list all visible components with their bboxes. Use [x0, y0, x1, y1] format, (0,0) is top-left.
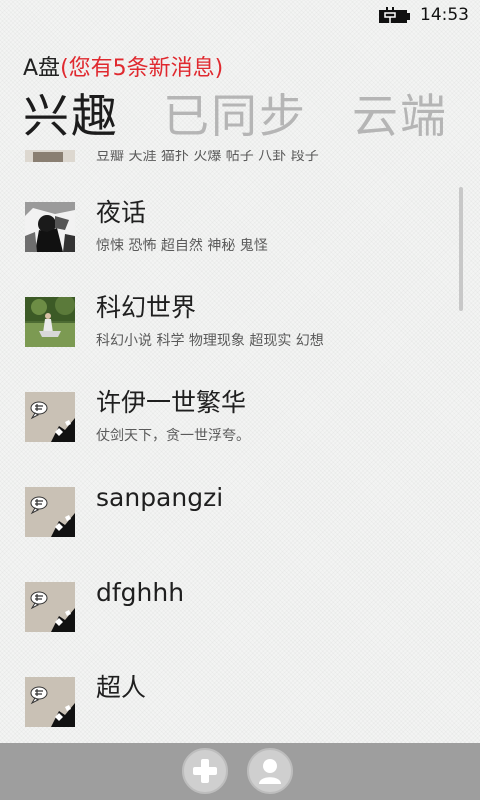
clock: 14:53 [420, 5, 469, 25]
tab-interest[interactable]: 兴趣 [23, 88, 119, 144]
person-icon [259, 759, 281, 784]
default-avatar-thumbnail [25, 677, 75, 727]
app-name: A盘 [23, 56, 61, 81]
list-item[interactable]: 超人 [0, 673, 470, 743]
battery-charging-icon [379, 7, 410, 23]
partial-thumbnail [25, 150, 75, 162]
list-item[interactable]: sanpangzi [0, 483, 470, 581]
list-item-desc: 豆瓣 天涯 猫扑 火爆 帖子 八卦 段子 [96, 150, 319, 164]
scrollbar[interactable] [459, 187, 463, 311]
list-item-title: 超人 [96, 673, 147, 702]
list-item-title: 许伊一世繁华 [96, 388, 247, 417]
add-button[interactable] [182, 748, 228, 794]
list-item[interactable]: 科幻世界 科幻小说 科学 物理现象 超现实 幻想 [0, 293, 470, 391]
list-item-title: sanpangzi [96, 483, 224, 512]
default-avatar-thumbnail [25, 582, 75, 632]
list-item-desc: 仗剑天下，贪一世浮夸。 [96, 428, 250, 444]
list-item[interactable]: 夜话 惊悚 恐怖 超自然 神秘 鬼怪 [0, 198, 470, 296]
list-item-desc: 惊悚 恐怖 超自然 神秘 鬼怪 [96, 238, 268, 254]
default-avatar-thumbnail [25, 487, 75, 537]
status-bar: 14:53 [0, 0, 480, 32]
new-message-notice[interactable]: (您有5条新消息) [60, 56, 223, 81]
default-avatar-thumbnail [25, 392, 75, 442]
photo-thumbnail [25, 297, 75, 347]
profile-button[interactable] [247, 748, 293, 794]
list-item-title: 夜话 [96, 198, 147, 227]
interest-list[interactable]: 豆瓣 天涯 猫扑 火爆 帖子 八卦 段子 夜话 惊悚 恐怖 超自然 神秘 鬼怪 [0, 150, 480, 743]
dark-manga-thumbnail [25, 202, 75, 252]
list-item-title: 科幻世界 [96, 293, 197, 322]
list-item-title: dfghhh [96, 578, 185, 607]
list-item[interactable]: 豆瓣 天涯 猫扑 火爆 帖子 八卦 段子 [0, 150, 470, 206]
tab-cloud[interactable]: 云端 [352, 88, 448, 144]
list-item-desc: 科幻小说 科学 物理现象 超现实 幻想 [96, 333, 324, 349]
tab-synced[interactable]: 已同步 [163, 88, 307, 144]
add-icon [193, 759, 217, 783]
list-item[interactable]: dfghhh [0, 578, 470, 676]
list-item[interactable]: 许伊一世繁华 仗剑天下，贪一世浮夸。 [0, 388, 470, 486]
app-bar [0, 743, 480, 800]
app-title: A盘(您有5条新消息) [23, 50, 223, 82]
